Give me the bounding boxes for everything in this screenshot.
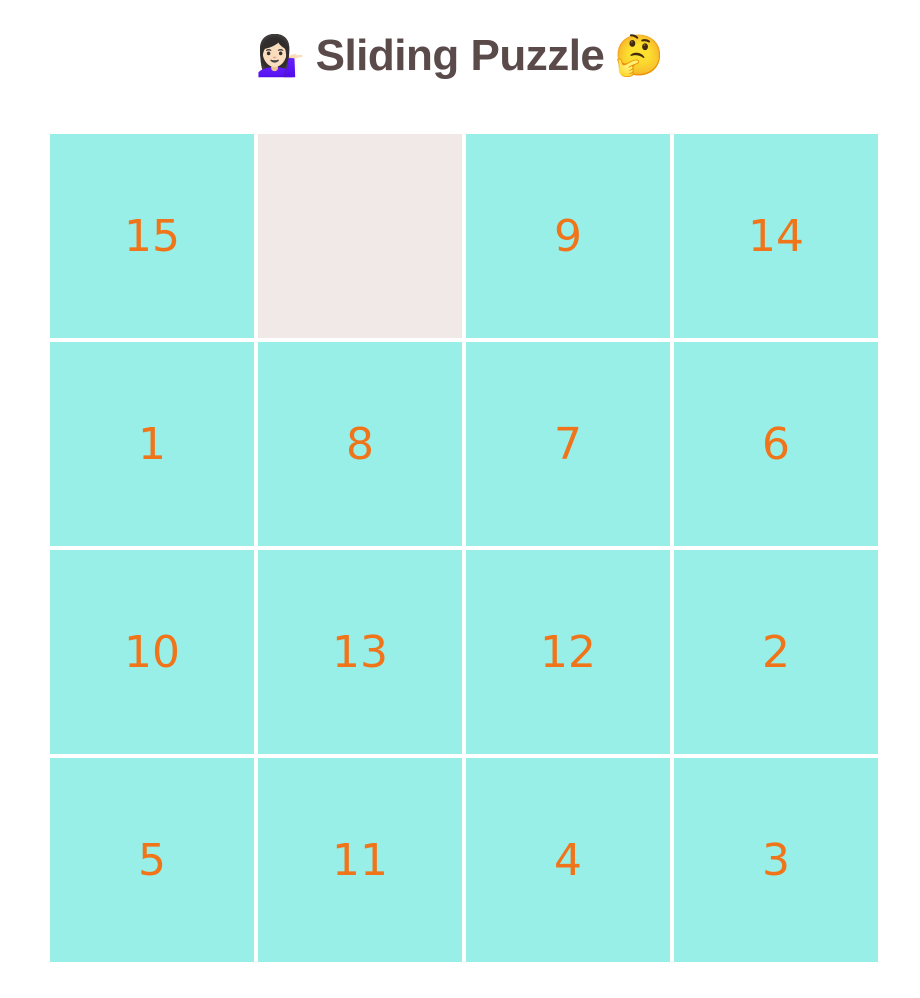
tile-6[interactable]: 6 bbox=[674, 342, 878, 546]
woman-tipping-hand-icon: 💁🏻‍♀️ bbox=[255, 33, 306, 79]
tile-14[interactable]: 14 bbox=[674, 134, 878, 338]
page-title: Sliding Puzzle bbox=[315, 31, 605, 80]
tile-9[interactable]: 9 bbox=[466, 134, 670, 338]
puzzle-board: 15 9 14 1 8 7 6 10 13 12 2 5 11 4 3 bbox=[50, 134, 878, 962]
thinking-face-icon: 🤔 bbox=[614, 33, 665, 79]
tile-12[interactable]: 12 bbox=[466, 550, 670, 754]
tile-13[interactable]: 13 bbox=[258, 550, 462, 754]
empty-slot bbox=[258, 134, 462, 338]
tile-2[interactable]: 2 bbox=[674, 550, 878, 754]
tile-4[interactable]: 4 bbox=[466, 758, 670, 962]
game-header: 💁🏻‍♀️ Sliding Puzzle 🤔 bbox=[0, 24, 920, 88]
tile-8[interactable]: 8 bbox=[258, 342, 462, 546]
tile-1[interactable]: 1 bbox=[50, 342, 254, 546]
tile-3[interactable]: 3 bbox=[674, 758, 878, 962]
tile-7[interactable]: 7 bbox=[466, 342, 670, 546]
tile-11[interactable]: 11 bbox=[258, 758, 462, 962]
tile-15[interactable]: 15 bbox=[50, 134, 254, 338]
tile-5[interactable]: 5 bbox=[50, 758, 254, 962]
tile-10[interactable]: 10 bbox=[50, 550, 254, 754]
